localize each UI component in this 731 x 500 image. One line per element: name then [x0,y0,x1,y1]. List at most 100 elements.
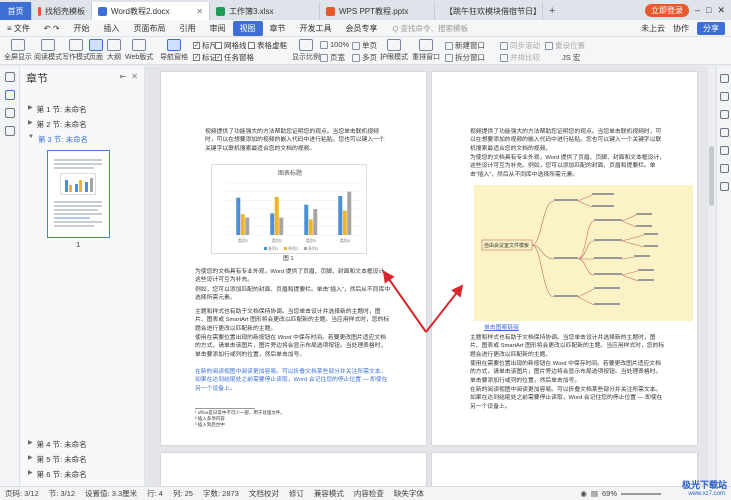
paragraph[interactable]: 主题和样式也有助于文档保持协调。当您单击设计并选择新的主题时，图片、图表或 Sm… [195,308,391,333]
page-view-button[interactable]: 页面 [89,39,103,62]
status-words[interactable]: 字数: 2873 [198,488,244,499]
ruler-checkbox[interactable]: ✓ 标尺 [193,40,217,51]
tab-word-doc[interactable]: Word教程2.docx ✕ [92,2,210,20]
nav-collapse-icon[interactable]: ⇤ [120,72,127,81]
section-icon[interactable] [5,90,15,100]
paragraph[interactable]: 主题和样式也有助于文档保持协调。当您单击设计并选择新的主题时，图片、图表或 Sm… [470,334,666,359]
nav-section-5[interactable]: ▶ 第 5 节: 未命名 [28,454,87,465]
table-border-checkbox[interactable]: 表格虚框 [248,40,287,51]
nav-section-4[interactable]: ▶ 第 4 节: 未命名 [28,439,87,450]
collab-button[interactable]: 协作 [673,23,689,34]
brush-icon[interactable] [720,110,729,119]
minimize-icon[interactable]: – [695,5,700,15]
mark-checkbox[interactable]: ✓ 标记 [193,52,217,63]
zoom-level[interactable]: 69% [602,489,617,498]
nav-section-2[interactable]: ▶ 第 2 节: 未命名 [28,119,87,130]
outline-view-button[interactable]: 大纲 [107,39,121,62]
menu-developer[interactable]: 开发工具 [293,21,339,36]
reset-position-button[interactable]: 重设位置 [545,40,585,51]
view-mode-icon[interactable]: ▤ [591,489,598,498]
login-button[interactable]: 立即登录 [645,3,689,17]
paragraph[interactable]: 使用在需要位置出现的新按钮在 Word 中保存时间。若要更改图片适应文档的方式，… [195,334,391,359]
show-ratio-button[interactable]: 显示比例 [292,39,320,62]
split-window-button[interactable]: 拆分窗口 [445,52,485,63]
menu-undo-icons[interactable]: ↶ ↷ [37,21,67,36]
tab-home[interactable]: 首页 [0,2,32,20]
write-mode-button[interactable]: 写作模式 [62,39,90,62]
menu-view[interactable]: 视图 [232,20,263,36]
share-button[interactable]: 分享 [697,21,725,35]
tab-promo[interactable]: 【跳午狂欢模块借宿节日】 [435,2,543,20]
nav-section-6[interactable]: ▶ 第 6 节: 未命名 [28,469,87,480]
status-compat[interactable]: 兼容模式 [309,488,349,499]
document-page-4[interactable] [432,453,697,486]
location-icon[interactable] [720,164,729,173]
eye-mode-button[interactable]: 护眼模式 [380,39,408,62]
close-window-icon[interactable]: ✕ [717,5,725,16]
vertical-scrollbar[interactable] [708,66,716,486]
new-window-button[interactable]: 新建窗口 [445,40,485,51]
image-link[interactable]: 单击图案链接 [484,324,519,332]
status-spell[interactable]: 文档校对 [244,488,284,499]
eye-status-icon[interactable]: ◉ [580,489,587,498]
status-missing-font[interactable]: 缺失字体 [389,488,429,499]
menu-review[interactable]: 审阅 [203,21,233,36]
add-tab-button[interactable]: + [543,2,561,20]
menu-section[interactable]: 章节 [263,21,293,36]
multi-page-button[interactable]: 多页 [352,52,377,63]
status-modify[interactable]: 修订 [284,488,309,499]
sync-scroll-button[interactable]: 同步滚动 [500,40,540,51]
search-icon[interactable] [5,126,15,136]
paragraph[interactable]: 使用在需要位置出现的新按钮在 Word 中保存时间。若要更改图片适应文档的方式，… [470,360,666,385]
close-tab-icon[interactable]: ✕ [190,7,203,16]
settings-icon[interactable] [720,146,729,155]
paragraph[interactable]: 在新的阅读视图中阅读更加容易。可以折叠文档某些部分并关注所需文本。如果在达到结尾… [470,386,666,411]
document-page-2[interactable]: 视频提供了功能强大的方法帮助您证明您的观点。当您单击联机视频时，可以在想要添加的… [432,72,697,445]
status-content[interactable]: 内容检查 [349,488,389,499]
document-area[interactable]: 视频提供了功能强大的方法帮助您证明您的观点。当您单击联机视频时，可以在想要添加的… [146,66,708,486]
tab-excel[interactable]: 工作簿3.xlsx [210,2,320,20]
rearrange-button[interactable]: 重排窗口 [412,39,440,62]
menu-file[interactable]: ≡ 文件 [0,21,37,36]
zoom-100-button[interactable]: 100% [320,40,349,49]
menu-home[interactable]: 开始 [67,21,97,36]
nav-pane-button[interactable]: 导航窗格 [160,39,188,62]
menu-member[interactable]: 会员专享 [339,21,385,36]
paragraph[interactable]: 为使您的文档具有专业外观，Word 提供了页眉、页脚、封面和文本框设计，这些设计… [195,268,391,285]
read-mode-button[interactable]: 阅读模式 [34,39,62,62]
status-page[interactable]: 页码: 3/12 [0,488,44,499]
page-thumbnail[interactable] [47,150,110,238]
shape-icon[interactable] [720,128,729,137]
paragraph[interactable]: 视频提供了功能强大的方法帮助您证明您的观点。当您单击联机视频时，可以在想要添加的… [205,128,385,153]
document-page-1[interactable]: 视频提供了功能强大的方法帮助您证明您的观点。当您单击联机视频时，可以在想要添加的… [161,72,426,445]
paragraph[interactable]: 视频提供了功能强大的方法帮助您证明您的观点。当您单击联机视频时，可以在想要添加的… [470,128,666,153]
tab-ppt[interactable]: WPS PPT教程.pptx [320,2,435,20]
task-pane-checkbox[interactable]: ✓ 任务窗格 [215,52,254,63]
style-icon[interactable] [720,74,729,83]
toc-icon[interactable] [5,72,15,82]
cube-icon[interactable] [720,182,729,191]
document-page-3[interactable] [161,453,426,486]
paragraph[interactable]: 为使您的文档具有专业外观，Word 提供了页眉、页脚、封面和文本框设计，这些设计… [470,154,666,179]
maximize-icon[interactable]: □ [706,5,711,15]
page-width-button[interactable]: 页宽 [320,52,345,63]
nav-section-3[interactable]: ▼ 第 3 节: 未命名 [28,134,88,145]
cloud-status[interactable]: 未上云 [641,23,665,34]
zoom-slider[interactable] [621,492,661,495]
paragraph-highlighted[interactable]: 在新的阅读视图中阅读更加容易。可以折叠文档某些部分并关注所需文本。如果在达到结尾… [195,368,391,393]
command-search-input[interactable]: Q 查找命令、搜索模板 [393,22,503,35]
fullscreen-button[interactable]: 全屏显示 [4,39,32,62]
single-page-button[interactable]: 单页 [352,40,377,51]
bar-chart[interactable]: 图表标题 类别1 类别2 类别3 类别4 系列1 系列2 系列3 [211,164,367,254]
tab-template[interactable]: 找稻壳模板 [32,2,92,20]
mindmap-image[interactable]: 自由会议室文件模板 [474,185,693,321]
scrollbar-thumb[interactable] [709,146,714,206]
side-by-side-button[interactable]: 并排比较 [500,52,540,63]
paragraph[interactable]: 例如，您可以添加匹配的封面、页眉和提要栏。单击“插入”，然后从不同库中选择所需元… [195,286,391,303]
nav-close-icon[interactable]: ✕ [131,72,138,81]
menu-layout[interactable]: 页面布局 [127,21,173,36]
select-icon[interactable] [720,92,729,101]
bookmark-icon[interactable] [5,108,15,118]
menu-insert[interactable]: 插入 [97,21,127,36]
gridline-checkbox[interactable]: 网格线 [215,40,247,51]
